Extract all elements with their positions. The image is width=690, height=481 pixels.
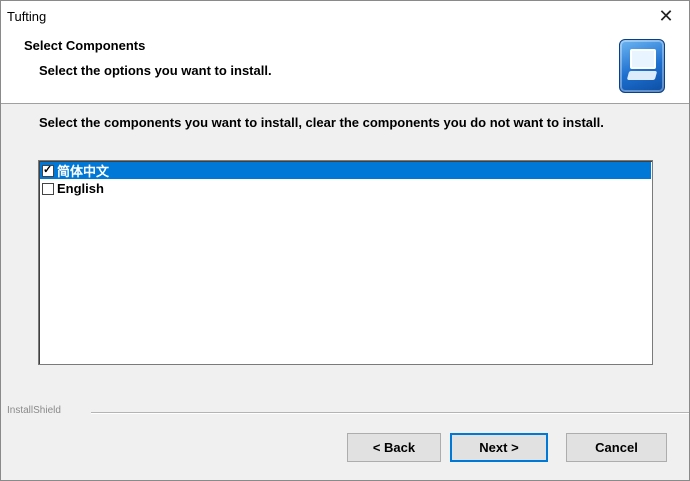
page-title: Select Components [24, 38, 146, 53]
monitor-shape [630, 49, 656, 69]
page-subtitle: Select the options you want to install. [39, 63, 272, 78]
close-button[interactable]: ✕ [643, 1, 689, 31]
list-item-english[interactable]: English [40, 180, 651, 197]
checkbox-unchecked-icon[interactable] [42, 182, 54, 195]
checkbox-checked-icon[interactable] [42, 163, 54, 177]
list-item-simplified-chinese[interactable]: 简体中文 [40, 162, 651, 179]
title-bar: Tufting ✕ [1, 1, 689, 31]
components-listbox[interactable]: 简体中文 English [38, 160, 653, 365]
installshield-brand: InstallShield [7, 405, 61, 416]
keyboard-shape [626, 71, 658, 80]
window-title: Tufting [7, 9, 47, 24]
installer-computer-icon [619, 39, 665, 93]
list-item-label: English [57, 181, 104, 196]
footer-divider [91, 412, 689, 414]
instruction-text: Select the components you want to instal… [39, 115, 604, 130]
list-item-label: 简体中文 [57, 164, 110, 179]
installer-window: Tufting ✕ Select Components Select the o… [0, 0, 690, 481]
next-button[interactable]: Next > [450, 433, 548, 462]
close-icon: ✕ [658, 5, 674, 26]
back-button[interactable]: < Back [347, 433, 441, 462]
cancel-button[interactable]: Cancel [566, 433, 667, 462]
header-panel: Select Components Select the options you… [1, 31, 689, 104]
